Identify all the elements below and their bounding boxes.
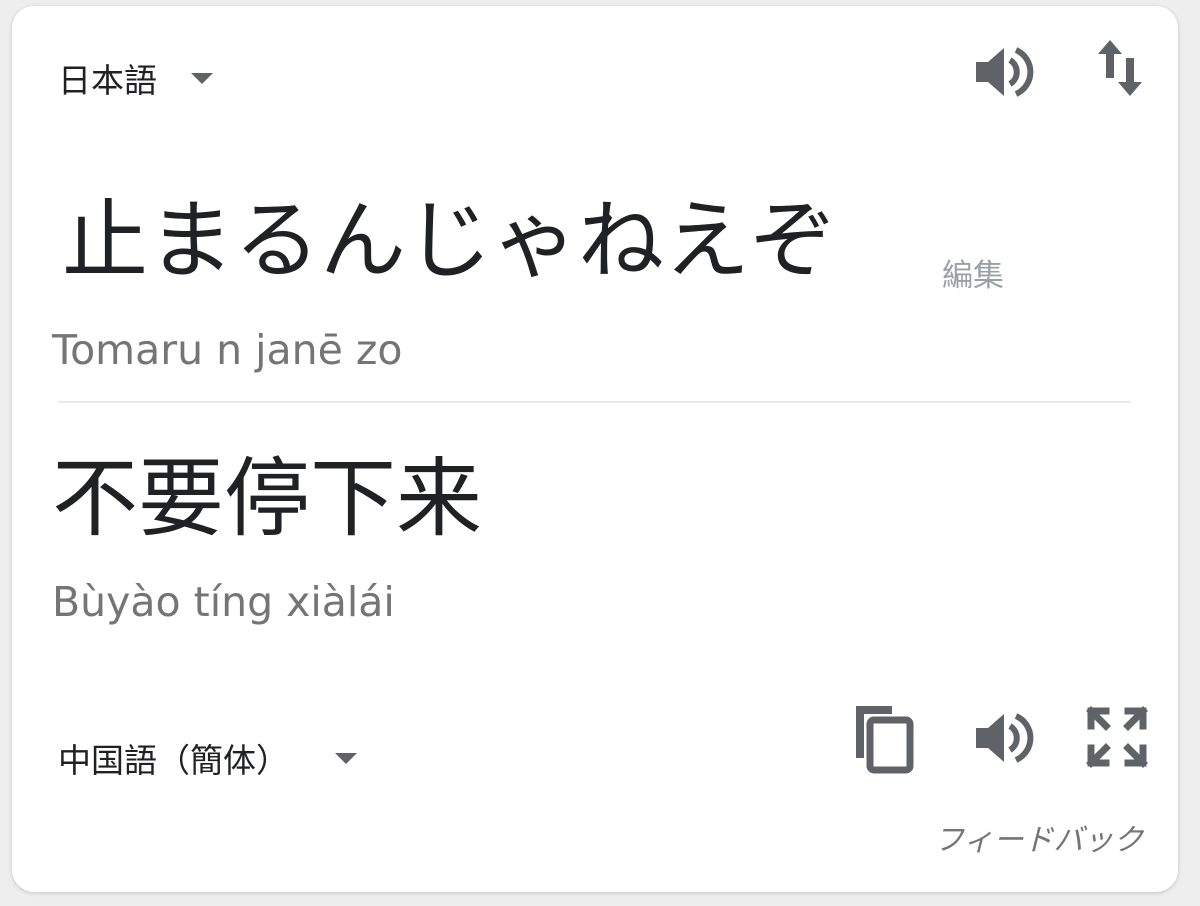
source-text: 止まるんじゃねえぞ — [62, 191, 836, 291]
divider — [58, 401, 1131, 403]
translated-text: 不要停下来 — [52, 449, 482, 549]
chevron-down-icon — [191, 72, 213, 84]
source-romanization: Tomaru n janē zo — [52, 326, 403, 374]
fullscreen-icon[interactable] — [1086, 706, 1148, 768]
chevron-down-icon — [335, 752, 357, 764]
target-speaker-icon[interactable] — [970, 706, 1034, 770]
swap-languages-icon[interactable] — [1096, 38, 1144, 98]
translate-card: 日本語 止まるんじゃねえぞ 編集 Tomaru n janē zo 不要停下来 … — [12, 6, 1178, 892]
target-language-select[interactable]: 中国語（簡体） — [58, 734, 357, 782]
feedback-link[interactable]: フィードバック — [934, 815, 1143, 859]
target-romanization: Bùyào tíng xiàlái — [52, 578, 395, 626]
source-speaker-icon[interactable] — [970, 40, 1034, 104]
target-language-label: 中国語（簡体） — [58, 741, 289, 780]
source-language-label: 日本語 — [58, 61, 157, 100]
edit-link[interactable]: 編集 — [942, 250, 1004, 295]
source-language-select[interactable]: 日本語 — [58, 54, 213, 102]
copy-icon[interactable] — [848, 702, 916, 774]
